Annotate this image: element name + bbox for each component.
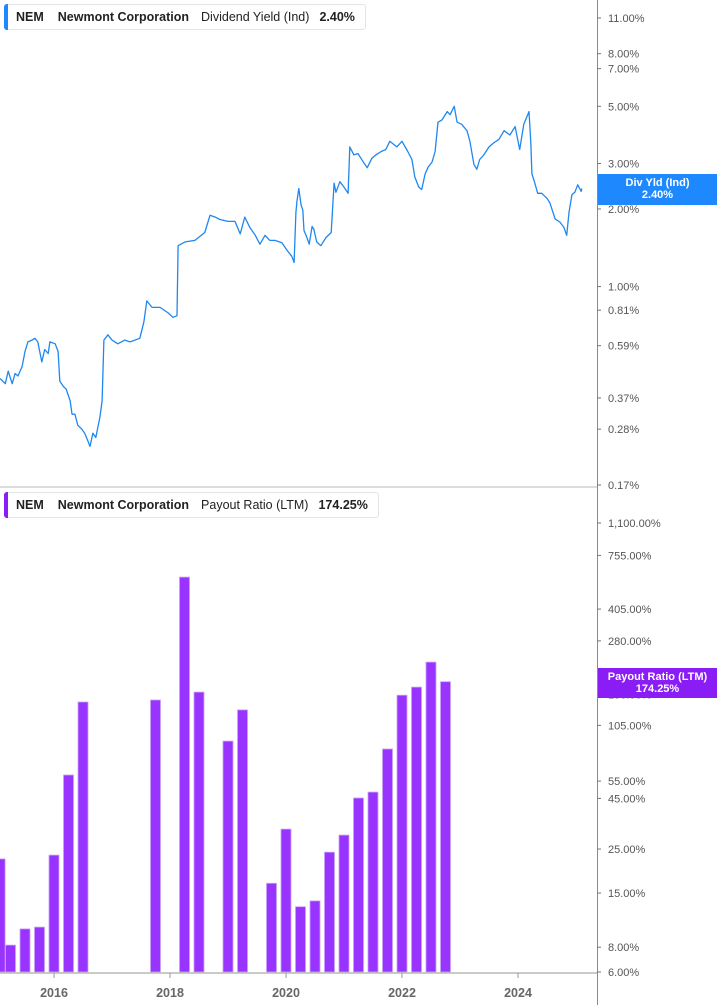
y-tick-label: 5.00%	[608, 101, 639, 113]
series-color-swatch	[4, 4, 8, 30]
y-tick-label: 11.00%	[608, 13, 645, 25]
payout-ratio-bar	[34, 926, 45, 973]
payout-ratio-bar	[338, 834, 350, 973]
legend-ticker: NEM	[16, 10, 44, 24]
y-tick-label: 1.00%	[608, 282, 639, 294]
x-tick-label: 2016	[40, 986, 68, 1000]
payout-ratio-bar	[295, 906, 306, 973]
legend-company: Newmont Corporation	[57, 498, 190, 512]
payout-ratio-bar	[324, 851, 335, 973]
payout-ratio-bar	[237, 709, 248, 973]
payout-ratio-pane	[0, 576, 451, 973]
series-color-swatch	[4, 492, 8, 518]
y-tick-label: 45.00%	[608, 793, 646, 805]
dividend-yield-pane	[0, 105, 583, 448]
payout-ratio-legend[interactable]: NEM Newmont Corporation Payout Ratio (LT…	[4, 492, 379, 518]
payout-ratio-bar	[193, 691, 205, 973]
y-tick-label: 280.00%	[608, 636, 652, 648]
tag-value: 174.25%	[635, 683, 680, 695]
y-tick-label: 755.00%	[608, 550, 652, 562]
y-tick-label: 55.00%	[608, 776, 646, 788]
y-tick-label: 0.37%	[608, 393, 639, 405]
payout-ratio-bar	[367, 791, 379, 973]
payout-ratio-bar	[382, 748, 393, 973]
payout-ratio-bar	[63, 774, 74, 973]
x-tick-label: 2022	[388, 986, 416, 1000]
y-tick-label: 7.00%	[608, 64, 639, 76]
payout-ratio-bar	[353, 797, 364, 973]
payout-ratio-price-tag: Payout Ratio (LTM) 174.25%	[598, 668, 717, 698]
y-tick-label: 405.00%	[608, 604, 652, 616]
payout-ratio-bar	[396, 694, 408, 973]
y-tick-label: 6.00%	[608, 967, 639, 979]
y-tick-label: 2.00%	[608, 204, 639, 216]
payout-ratio-bar	[0, 858, 6, 973]
payout-ratio-bar	[280, 828, 292, 973]
legend-metric: Payout Ratio (LTM)	[201, 498, 309, 512]
dividend-yield-line	[0, 105, 583, 448]
payout-ratio-bar	[440, 681, 451, 973]
payout-ratio-bar	[425, 661, 437, 973]
payout-ratio-bar	[222, 740, 234, 973]
y-tick-label: 8.00%	[608, 942, 639, 954]
y-tick-label: 3.00%	[608, 159, 639, 171]
y-tick-label: 8.00%	[608, 49, 639, 61]
y-tick-label: 0.28%	[608, 424, 639, 436]
payout-ratio-bar	[5, 944, 16, 973]
x-tick-label: 2024	[504, 986, 532, 1000]
payout-ratio-bar	[309, 900, 321, 973]
tag-value: 2.40%	[641, 189, 674, 201]
y-tick-label: 15.00%	[608, 888, 646, 900]
x-tick-label: 2020	[272, 986, 300, 1000]
payout-ratio-bar	[48, 854, 60, 973]
tag-label: Payout Ratio (LTM)	[607, 671, 708, 683]
payout-ratio-bar	[411, 686, 422, 973]
legend-value: 174.25%	[318, 498, 368, 512]
legend-company: Newmont Corporation	[57, 10, 190, 24]
legend-ticker: NEM	[16, 498, 44, 512]
x-tick-label: 2018	[156, 986, 184, 1000]
y-tick-label: 0.17%	[608, 480, 639, 492]
y-tick-label: 105.00%	[608, 720, 652, 732]
legend-value: 2.40%	[319, 10, 355, 24]
tag-label: Div Yld (Ind)	[625, 177, 690, 189]
dividend-yield-price-tag: Div Yld (Ind) 2.40%	[598, 174, 717, 205]
payout-ratio-bar	[179, 576, 190, 973]
payout-ratio-bar	[150, 699, 161, 973]
y-tick-label: 1,100.00%	[608, 518, 661, 530]
y-tick-label: 0.59%	[608, 341, 639, 353]
y-tick-label: 0.81%	[608, 305, 639, 317]
payout-ratio-bar	[19, 928, 31, 973]
dividend-yield-legend[interactable]: NEM Newmont Corporation Dividend Yield (…	[4, 4, 366, 30]
payout-ratio-bar	[77, 701, 89, 973]
payout-ratio-bar	[266, 882, 277, 973]
y-tick-label: 25.00%	[608, 844, 646, 856]
legend-metric: Dividend Yield (Ind)	[201, 10, 310, 24]
